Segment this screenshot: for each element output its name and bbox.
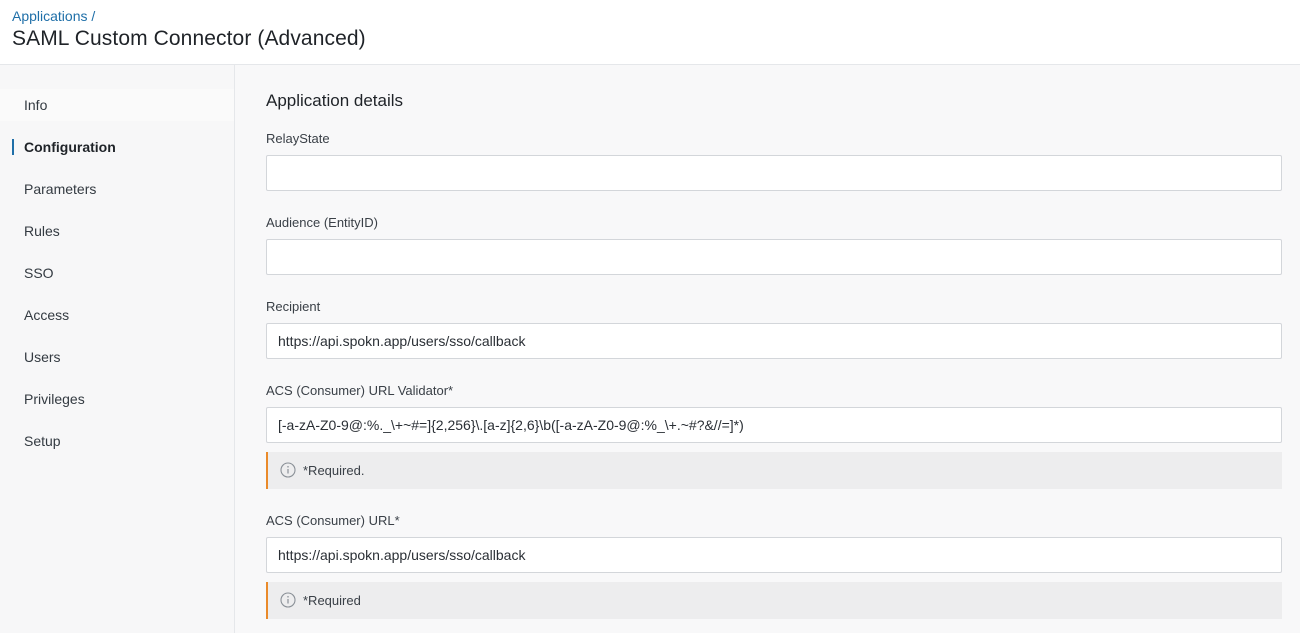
page-header: Applications / SAML Custom Connector (Ad… <box>0 0 1300 65</box>
sidebar-item-label: Info <box>24 97 48 113</box>
sidebar-item-access[interactable]: Access <box>0 299 234 331</box>
page-title: SAML Custom Connector (Advanced) <box>12 27 366 50</box>
sidebar-item-configuration[interactable]: Configuration <box>0 131 234 163</box>
audience-input[interactable] <box>266 239 1282 275</box>
acs-url-input[interactable]: https://api.spokn.app/users/sso/callback <box>266 537 1282 573</box>
info-icon <box>280 462 296 478</box>
recipient-label: Recipient <box>266 299 321 314</box>
audience-label: Audience (EntityID) <box>266 215 378 230</box>
section-title: Application details <box>266 91 404 110</box>
required-text: *Required <box>303 593 361 608</box>
sidebar-item-info[interactable]: Info <box>0 89 234 121</box>
breadcrumb-applications[interactable]: Applications / <box>12 8 95 24</box>
acs-url-label: ACS (Consumer) URL* <box>266 513 400 528</box>
sidebar-item-parameters[interactable]: Parameters <box>0 173 234 205</box>
sidebar-item-label: Setup <box>24 433 61 449</box>
sidebar-item-label: Users <box>24 349 61 365</box>
required-text: *Required. <box>303 463 365 478</box>
acs-url-validator-input[interactable]: [-a-zA-Z0-9@:%._\+~#=]{2,256}\.[a-z]{2,6… <box>266 407 1282 443</box>
sidebar-item-privileges[interactable]: Privileges <box>0 383 234 415</box>
sidebar-item-label: Privileges <box>24 391 85 407</box>
acs-url-required-note: *Required <box>266 582 1282 619</box>
sidebar-item-label: Configuration <box>24 139 116 155</box>
relaystate-label: RelayState <box>266 131 330 146</box>
info-icon <box>280 592 296 608</box>
recipient-input[interactable]: https://api.spokn.app/users/sso/callback <box>266 323 1282 359</box>
sidebar-item-label: Parameters <box>24 181 97 197</box>
sidebar-item-label: Access <box>24 307 70 323</box>
acs-url-validator-label: ACS (Consumer) URL Validator* <box>266 383 454 398</box>
sidebar-item-rules[interactable]: Rules <box>0 215 234 247</box>
acs-url-validator-required-note: *Required. <box>266 452 1282 489</box>
main-content: Application details RelayState Audience … <box>235 65 1300 633</box>
sidebar-item-label: SSO <box>24 265 54 281</box>
sidebar-item-label: Rules <box>24 223 60 239</box>
sidebar: Info Configuration Parameters Rules SSO … <box>0 65 235 633</box>
relaystate-input[interactable] <box>266 155 1282 191</box>
sidebar-item-setup[interactable]: Setup <box>0 425 234 457</box>
sidebar-item-users[interactable]: Users <box>0 341 234 373</box>
sidebar-item-sso[interactable]: SSO <box>0 257 234 289</box>
